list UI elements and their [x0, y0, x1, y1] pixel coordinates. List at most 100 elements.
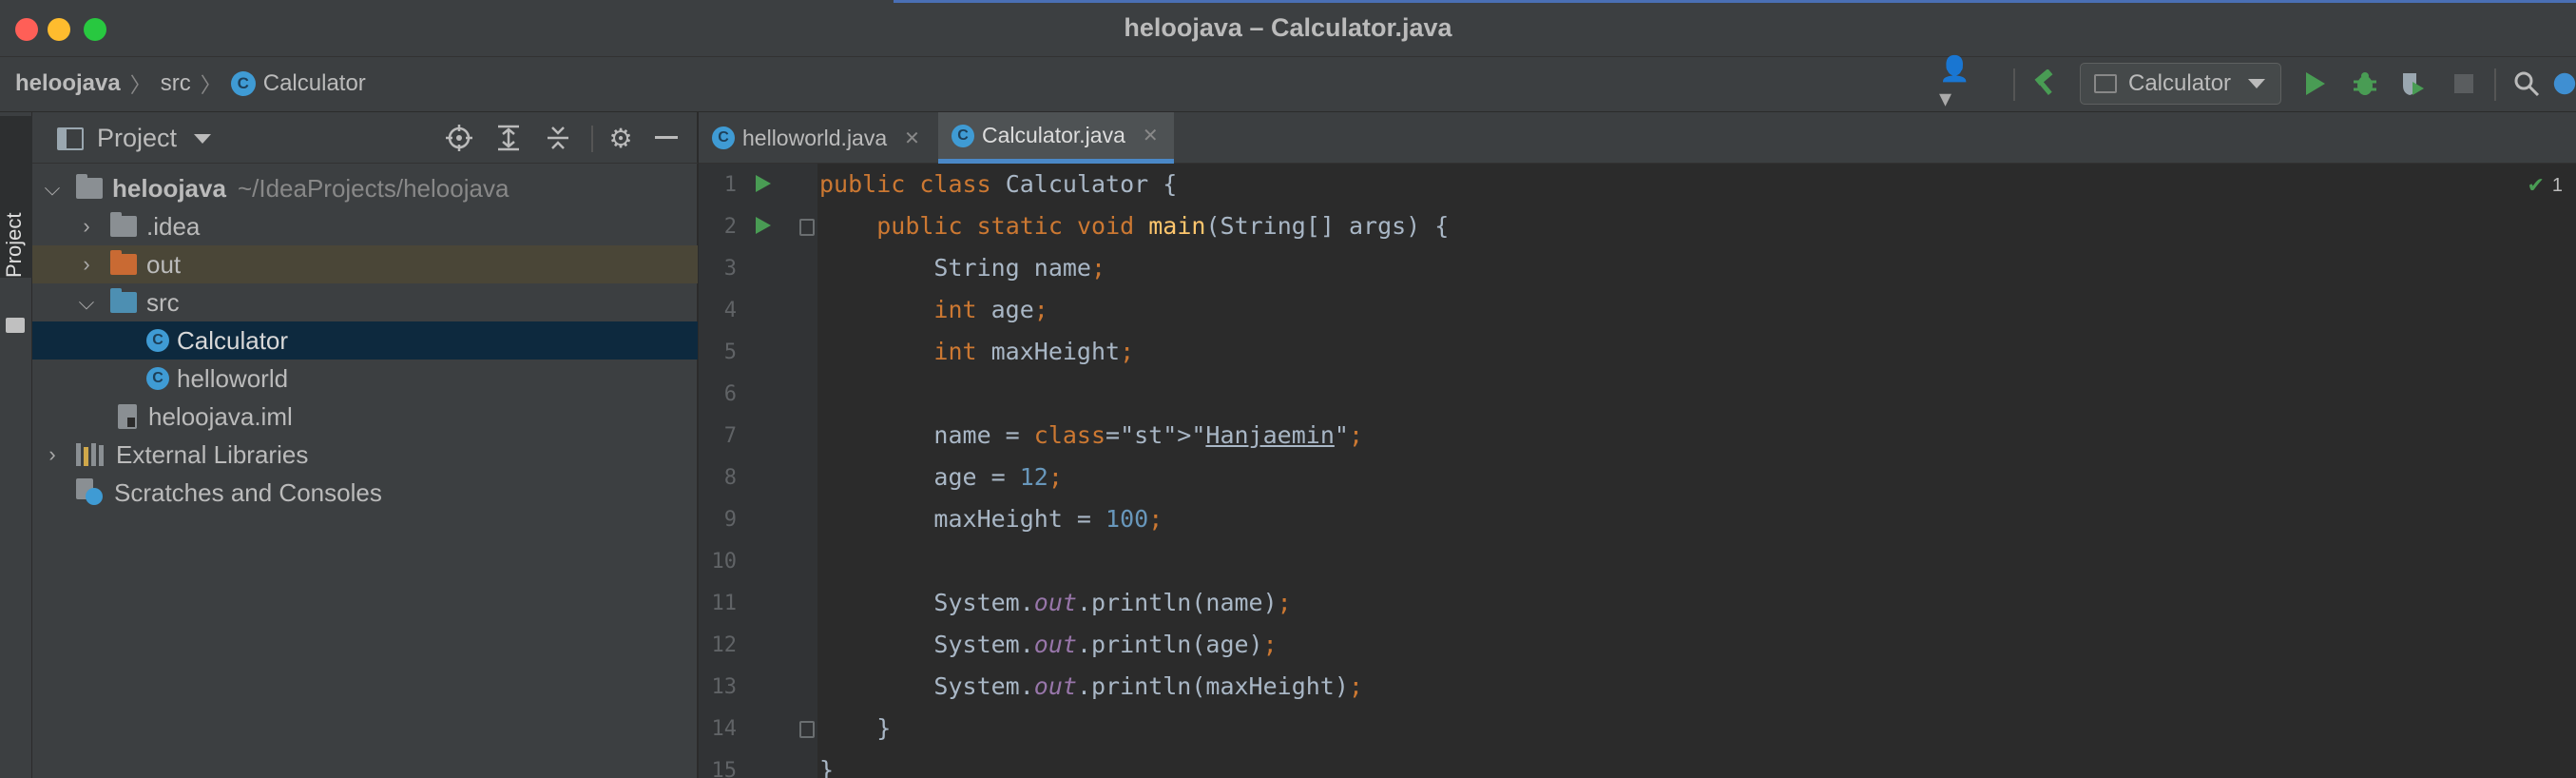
- run-config-label: Calculator: [2128, 70, 2232, 96]
- folder-icon: [6, 318, 25, 333]
- editor-area: helloworld.java ✕ Calculator.java ✕ 1 2 …: [699, 112, 2576, 778]
- debug-bug-icon[interactable]: [2346, 63, 2384, 105]
- editor-gutter[interactable]: 1 2 3 4 5 6 7 8 9 10 11 12 13 14 15: [699, 164, 817, 778]
- java-class-icon: [146, 367, 169, 390]
- run-class-gutter-icon[interactable]: [756, 175, 771, 192]
- run-configuration-select[interactable]: Calculator: [2080, 63, 2281, 105]
- tree-item-calculator[interactable]: Calculator: [32, 321, 698, 360]
- close-tab-icon[interactable]: ✕: [1143, 124, 1159, 147]
- breadcrumb-file[interactable]: Calculator: [263, 70, 366, 97]
- line-number: 6: [723, 382, 737, 406]
- chevron-right-icon[interactable]: ›: [76, 252, 97, 277]
- fold-marker-icon[interactable]: [799, 219, 815, 236]
- tree-item-external-libraries[interactable]: › External Libraries: [32, 436, 698, 474]
- run-main-gutter-icon[interactable]: [756, 217, 771, 234]
- run-config-icon: [2094, 74, 2117, 93]
- chevron-right-icon[interactable]: ›: [42, 442, 63, 467]
- inspection-check-icon: ✔: [2527, 173, 2545, 197]
- chevron-down-icon: [194, 133, 212, 144]
- project-panel: Project ⚙ ⌵ heloojava ~/IdeaProjects/hel…: [32, 112, 698, 778]
- hide-minus-icon[interactable]: [650, 122, 682, 154]
- tree-item-scratches[interactable]: Scratches and Consoles: [32, 474, 698, 512]
- line-number: 4: [723, 299, 737, 322]
- collapse-all-icon[interactable]: [542, 122, 574, 154]
- code-line: public class Calculator {: [819, 170, 1178, 198]
- code-line: age = 12;: [819, 463, 1063, 491]
- excluded-folder-icon: [110, 250, 137, 275]
- source-folder-icon: [110, 288, 137, 313]
- java-class-icon: [146, 329, 169, 352]
- stop-icon[interactable]: [2445, 63, 2483, 105]
- header-separator: [591, 126, 593, 152]
- window-title-text: heloojava – Calculator.java: [1124, 13, 1452, 42]
- scratches-icon: [76, 478, 105, 507]
- tree-item-src[interactable]: ⌵ src: [32, 283, 698, 321]
- expand-all-icon[interactable]: [492, 122, 525, 154]
- tree-item-iml[interactable]: heloojava.iml: [32, 398, 698, 436]
- tree-item-label: External Libraries: [116, 439, 309, 469]
- locate-target-icon[interactable]: [443, 122, 475, 154]
- gear-icon[interactable]: ⚙: [605, 122, 637, 154]
- module-file-icon: [118, 404, 137, 429]
- breadcrumb: heloojava 〉 src 〉 Calculator: [15, 68, 366, 99]
- toolbar-separator: [2013, 68, 2015, 101]
- breadcrumb-folder[interactable]: src: [161, 70, 191, 97]
- code-line: }: [819, 714, 892, 742]
- tab-label: Calculator.java: [982, 123, 1125, 147]
- title-bar-accent: [894, 0, 2576, 3]
- line-number: 8: [723, 466, 737, 490]
- breadcrumb-separator-icon: 〉: [200, 73, 221, 97]
- chevron-down-icon[interactable]: ⌵: [76, 290, 97, 315]
- project-tab-label: Project: [2, 212, 26, 278]
- chevron-down-icon[interactable]: ⌵: [42, 176, 63, 201]
- close-tab-icon[interactable]: ✕: [904, 126, 920, 150]
- project-tool-window-tab[interactable]: Project: [0, 116, 32, 278]
- tree-item-label: out: [146, 249, 182, 279]
- user-account-icon[interactable]: 👤▾: [1939, 54, 1977, 112]
- code-line: System.out.println(name);: [819, 589, 1292, 616]
- module-folder-icon: [76, 174, 103, 199]
- java-class-icon: [952, 124, 974, 147]
- search-icon[interactable]: [2508, 63, 2546, 105]
- window-title: heloojava – Calculator.java: [0, 13, 2576, 43]
- java-class-icon: [712, 126, 735, 149]
- code-line: String name;: [819, 254, 1106, 282]
- breadcrumb-project[interactable]: heloojava: [15, 70, 121, 97]
- tree-item-helloworld[interactable]: helloworld: [32, 360, 698, 398]
- title-bar: heloojava – Calculator.java: [0, 0, 2576, 57]
- chevron-right-icon[interactable]: ›: [76, 214, 97, 239]
- code-line: int maxHeight;: [933, 338, 1135, 365]
- tree-item-label: .idea: [146, 211, 201, 241]
- run-icon[interactable]: [2297, 63, 2335, 105]
- libraries-icon: [76, 443, 105, 466]
- tree-item-label: heloojava: [112, 173, 226, 203]
- line-number: 10: [711, 550, 738, 574]
- tab-helloworld-java[interactable]: helloworld.java ✕: [699, 112, 936, 164]
- tree-item-out[interactable]: › out: [32, 245, 698, 283]
- line-number: 12: [711, 633, 738, 657]
- code-line: public static void main(String[] args) {: [876, 212, 1450, 240]
- line-number: 9: [723, 508, 737, 532]
- tree-item-heloojava[interactable]: ⌵ heloojava ~/IdeaProjects/heloojava: [32, 169, 698, 207]
- project-panel-title: Project: [97, 124, 178, 152]
- tree-item-label: src: [146, 287, 180, 317]
- editor-tab-bar: helloworld.java ✕ Calculator.java ✕: [699, 112, 2576, 164]
- tree-item-label: helloworld: [177, 363, 289, 393]
- project-panel-header: Project ⚙: [32, 112, 698, 164]
- tree-item-idea[interactable]: › .idea: [32, 207, 698, 245]
- breadcrumb-separator-icon: 〉: [129, 73, 151, 97]
- line-number: 7: [723, 424, 737, 448]
- chevron-down-icon: [2248, 79, 2266, 88]
- project-window-icon: [57, 126, 84, 150]
- line-number: 15: [711, 759, 738, 778]
- run-with-coverage-icon[interactable]: [2393, 63, 2432, 105]
- tree-item-label: Scratches and Consoles: [114, 477, 382, 507]
- tab-calculator-java[interactable]: Calculator.java ✕: [938, 112, 1174, 164]
- inspection-widget[interactable]: ✔ 1: [2527, 173, 2563, 198]
- project-view-selector[interactable]: Project: [57, 124, 212, 153]
- folder-icon: [110, 212, 137, 237]
- build-hammer-icon[interactable]: [2025, 63, 2063, 105]
- tree-item-label: heloojava.iml: [148, 401, 293, 431]
- ide-update-icon[interactable]: [2553, 63, 2576, 105]
- fold-marker-icon[interactable]: [799, 721, 815, 738]
